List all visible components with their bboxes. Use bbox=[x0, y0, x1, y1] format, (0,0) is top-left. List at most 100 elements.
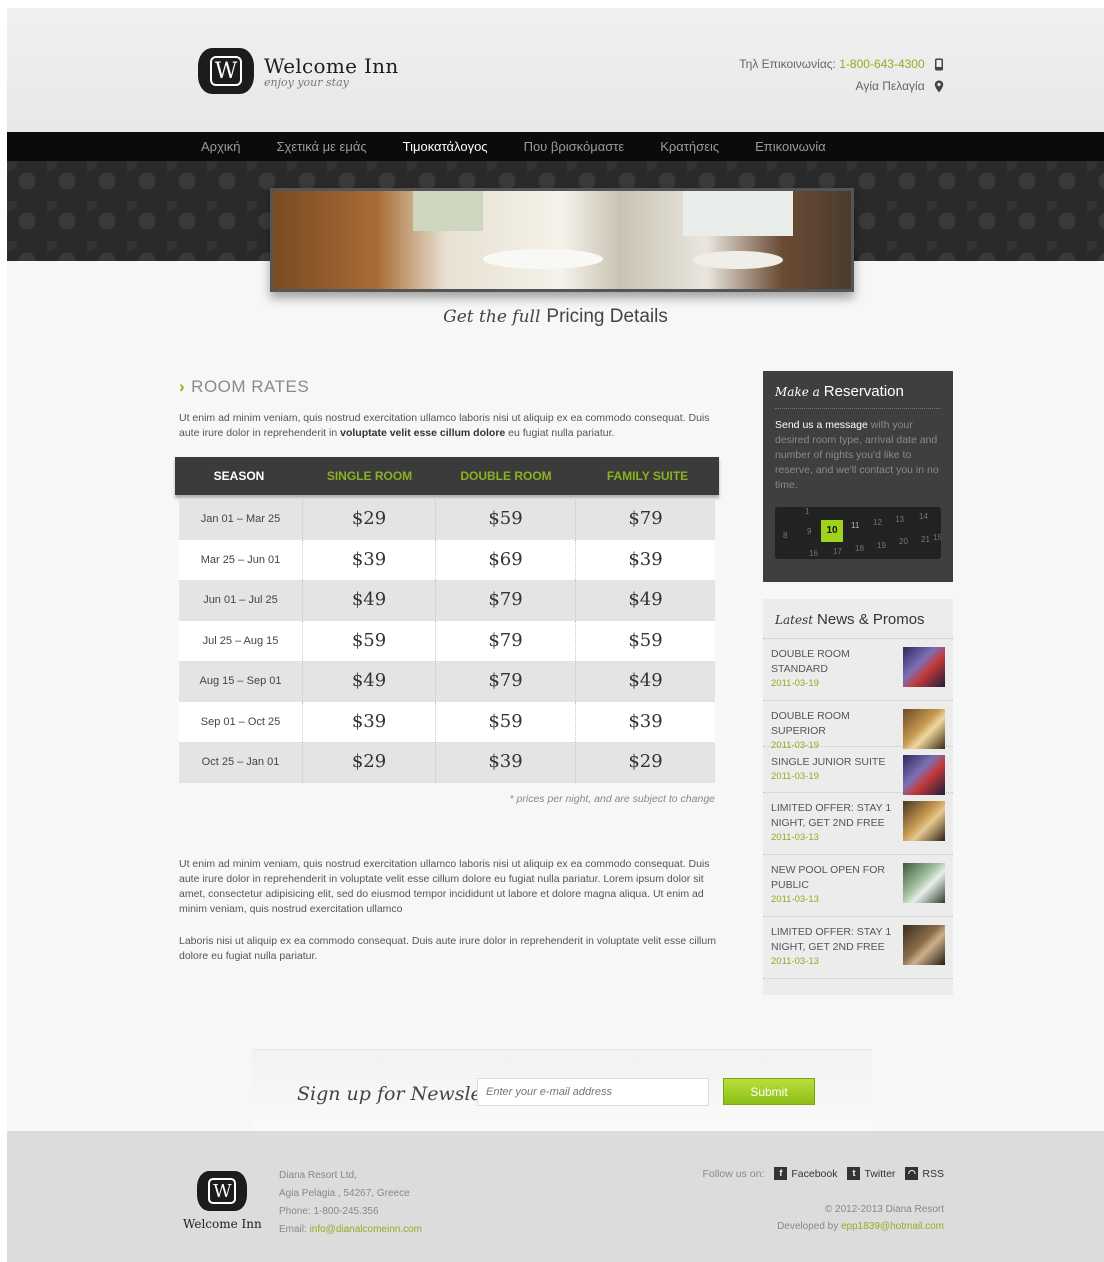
logo-title: Welcome Inn bbox=[264, 53, 399, 78]
season-cell: Jul 25 – Aug 15 bbox=[179, 620, 303, 661]
table-row: Jul 25 – Aug 15 $59 $79 $59 bbox=[179, 620, 715, 661]
news-item[interactable]: SINGLE JUNIOR SUITE 2011-03-19 bbox=[763, 747, 953, 795]
price-cell: $29 bbox=[303, 499, 436, 540]
header-contact: Τηλ Επικοινωνίας: 1-800-643-4300 Αγία Πε… bbox=[739, 53, 944, 97]
header-season: SEASON bbox=[213, 469, 265, 483]
news-item-thumbnail[interactable] bbox=[903, 709, 945, 749]
season-cell: Mar 25 – Jun 01 bbox=[179, 539, 303, 580]
room-rates-table: SEASON SINGLE ROOM DOUBLE ROOM FAMILY SU… bbox=[175, 457, 719, 783]
news-item-title[interactable]: SINGLE JUNIOR SUITE bbox=[771, 755, 899, 770]
section-title: › ROOM RATES bbox=[179, 377, 310, 396]
table-row: Sep 01 – Oct 25 $39 $59 $39 bbox=[179, 701, 715, 742]
news-item-title[interactable]: DOUBLE ROOM STANDARD bbox=[771, 647, 899, 677]
footer: W Welcome Inn Diana Resort Ltd, Agia Pel… bbox=[7, 1131, 1104, 1262]
facebook-link[interactable]: f Facebook bbox=[774, 1167, 837, 1180]
newsletter-submit-button[interactable]: Submit bbox=[723, 1078, 815, 1105]
season-cell: Jan 01 – Mar 25 bbox=[179, 499, 303, 540]
price-cell: $49 bbox=[628, 589, 663, 610]
location-text: Αγία Πελαγία bbox=[855, 79, 925, 93]
news-item[interactable]: LIMITED OFFER: STAY 1 NIGHT, GET 2ND FRE… bbox=[763, 793, 953, 855]
price-cell: $59 bbox=[303, 620, 436, 661]
rss-link[interactable]: ◠ RSS bbox=[905, 1167, 944, 1180]
season-cell: Oct 25 – Jan 01 bbox=[179, 742, 303, 783]
season-cell: Aug 15 – Sep 01 bbox=[179, 661, 303, 702]
season-cell: Jun 01 – Jul 25 bbox=[179, 580, 303, 621]
price-cell: $29 bbox=[303, 742, 436, 783]
news-item-title[interactable]: DOUBLE ROOM SUPERIOR bbox=[771, 709, 899, 739]
logo-badge-icon: W bbox=[198, 48, 254, 94]
reservation-widget: Make a Reservation Send us a message with… bbox=[763, 371, 953, 582]
footer-logo-icon: W bbox=[197, 1171, 248, 1211]
price-cell: $69 bbox=[436, 539, 576, 580]
news-item-title[interactable]: LIMITED OFFER: STAY 1 NIGHT, GET 2ND FRE… bbox=[771, 801, 899, 831]
newsletter-email-input[interactable] bbox=[477, 1078, 709, 1106]
news-item-title[interactable]: LIMITED OFFER: STAY 1 NIGHT, GET 2ND FRE… bbox=[771, 925, 899, 955]
price-cell: $79 bbox=[628, 508, 663, 529]
nav-about[interactable]: Σχετικά με εμάς bbox=[277, 132, 367, 161]
price-cell: $59 bbox=[628, 629, 663, 651]
header-family: FAMILY SUITE bbox=[606, 469, 689, 483]
twitter-link[interactable]: t Twitter bbox=[847, 1167, 895, 1180]
table-header: SEASON SINGLE ROOM DOUBLE ROOM FAMILY SU… bbox=[175, 457, 719, 495]
news-item-thumbnail[interactable] bbox=[903, 863, 945, 903]
table-row: Jun 01 – Jul 25 $49 $79 $49 bbox=[179, 580, 715, 621]
news-item[interactable]: NEW POOL OPEN FOR PUBLIC 2011-03-13 bbox=[763, 855, 953, 917]
footer-copyright: © 2012-2013 Diana Resort Developed by ep… bbox=[777, 1204, 944, 1232]
footer-logo[interactable]: W Welcome Inn bbox=[183, 1171, 262, 1231]
price-cell: $79 bbox=[436, 620, 576, 661]
price-cell: $59 bbox=[436, 701, 576, 742]
reservation-text: Send us a message with your desired room… bbox=[775, 419, 939, 491]
body-paragraph: Laboris nisi ut aliquip ex ea commodo co… bbox=[179, 935, 716, 962]
twitter-icon: t bbox=[847, 1167, 861, 1180]
news-item-title[interactable]: NEW POOL OPEN FOR PUBLIC bbox=[771, 863, 899, 893]
developer-link[interactable]: epp1839@hotmail.com bbox=[841, 1221, 944, 1232]
news-item[interactable]: DOUBLE ROOM STANDARD 2011-03-19 bbox=[763, 639, 953, 701]
nav-home[interactable]: Αρχική bbox=[201, 132, 241, 161]
news-item[interactable]: DOUBLE ROOM SUPERIOR 2011-03-19 bbox=[763, 701, 953, 751]
main-nav: Αρχική Σχετικά με εμάς Τιμοκατάλογος Που… bbox=[7, 132, 1104, 161]
calendar-today[interactable]: 10 bbox=[821, 520, 843, 542]
news-item-thumbnail[interactable] bbox=[903, 647, 945, 687]
price-cell: $39 bbox=[628, 710, 663, 732]
price-cell: $79 bbox=[436, 661, 576, 702]
news-item-thumbnail[interactable] bbox=[903, 755, 945, 795]
intro-text: Ut enim ad minim veniam, quis nostrud ex… bbox=[179, 412, 710, 439]
facebook-icon: f bbox=[774, 1167, 788, 1180]
footer-address: Diana Resort Ltd, Agia Pelagia , 54267, … bbox=[279, 1170, 422, 1235]
news-item-thumbnail[interactable] bbox=[903, 801, 945, 841]
calendar-widget[interactable]: 8 9 10 11 12 13 14 15 16 17 18 19 20 21 … bbox=[775, 507, 941, 559]
price-cell: $39 bbox=[436, 742, 576, 783]
table-row: Aug 15 – Sep 01 $49 $79 $49 bbox=[179, 661, 715, 702]
map-pin-icon bbox=[934, 80, 944, 93]
logo[interactable]: W Welcome Inn enjoy your stay bbox=[198, 48, 399, 94]
table-row: Mar 25 – Jun 01 $39 $69 $39 bbox=[179, 539, 715, 580]
header-single: SINGLE ROOM bbox=[326, 469, 413, 483]
social-links: Follow us on: f Facebook t Twitter ◠ RSS bbox=[702, 1167, 944, 1180]
footer-email-link[interactable]: info@dianalcomeinn.com bbox=[310, 1224, 422, 1235]
phone-number[interactable]: 1-800-643-4300 bbox=[839, 57, 924, 71]
reservation-title: Make a Reservation bbox=[775, 383, 941, 409]
table-row: Oct 25 – Jan 01 $29 $39 $29 bbox=[179, 742, 715, 783]
nav-location[interactable]: Που βρισκόμαστε bbox=[524, 132, 625, 161]
nav-reservations[interactable]: Κρατήσεις bbox=[660, 132, 719, 161]
body-paragraph: Ut enim ad minim veniam, quis nostrud ex… bbox=[179, 858, 710, 915]
follow-label: Follow us on: bbox=[702, 1167, 765, 1180]
price-cell: $49 bbox=[303, 580, 436, 621]
price-cell: $49 bbox=[628, 670, 663, 691]
nav-pricing[interactable]: Τιμοκατάλογος bbox=[403, 132, 488, 161]
banner-image bbox=[270, 188, 854, 292]
price-cell: $59 bbox=[436, 499, 576, 540]
page: W Welcome Inn enjoy your stay Τηλ Επικοι… bbox=[7, 8, 1104, 1262]
price-note: * prices per night, and are subject to c… bbox=[509, 793, 715, 805]
chevron-right-icon: › bbox=[179, 377, 186, 396]
phone-label: Τηλ Επικοινωνίας: bbox=[739, 57, 836, 71]
news-title: Latest News & Promos bbox=[763, 599, 953, 639]
price-cell: $39 bbox=[303, 539, 436, 580]
header-double: DOUBLE ROOM bbox=[460, 469, 552, 483]
header: W Welcome Inn enjoy your stay Τηλ Επικοι… bbox=[7, 8, 1104, 132]
price-cell: $49 bbox=[303, 661, 436, 702]
news-item-thumbnail[interactable] bbox=[903, 925, 945, 965]
nav-contact[interactable]: Επικοινωνία bbox=[755, 132, 826, 161]
phone-icon bbox=[935, 58, 943, 71]
news-item[interactable]: LIMITED OFFER: STAY 1 NIGHT, GET 2ND FRE… bbox=[763, 917, 953, 979]
